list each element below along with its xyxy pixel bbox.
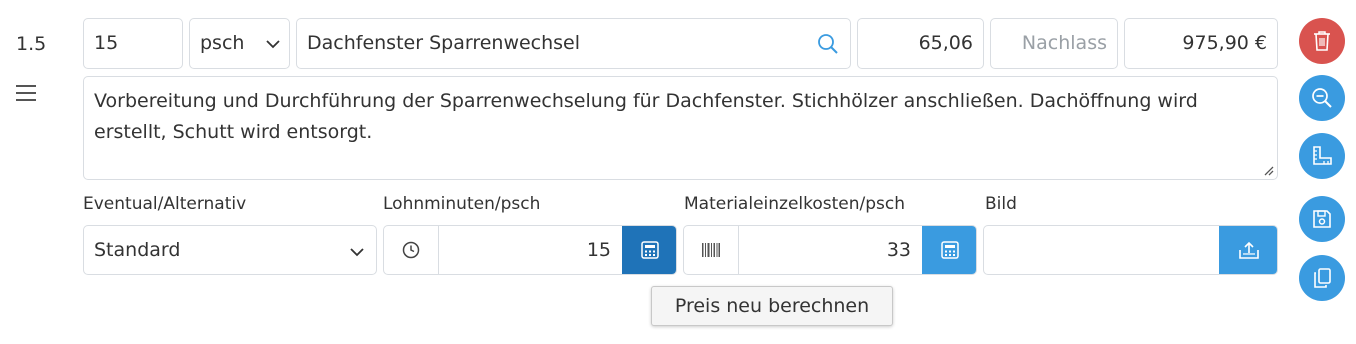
copy-button[interactable]: [1299, 255, 1345, 301]
recalculate-tooltip: Preis neu berechnen: [651, 286, 893, 326]
material-calculator-button[interactable]: [922, 226, 976, 274]
unit-price-input[interactable]: 65,06: [857, 18, 984, 69]
material-value[interactable]: 33: [887, 239, 911, 261]
position-number: 1.5: [16, 33, 47, 55]
resize-handle-icon[interactable]: [1262, 164, 1274, 176]
save-button[interactable]: [1299, 196, 1345, 242]
calculator-icon: [641, 241, 659, 259]
drag-handle-icon[interactable]: [16, 84, 38, 102]
chevron-down-icon: [350, 247, 364, 257]
item-title: Dachfenster Sparrenwechsel: [307, 32, 581, 54]
quantity-input[interactable]: 15: [83, 18, 183, 69]
total-input[interactable]: 975,90 €: [1124, 18, 1278, 69]
search-icon[interactable]: [817, 33, 839, 55]
zoom-out-button[interactable]: [1299, 75, 1345, 121]
material-label: Materialeinzelkosten/psch: [684, 194, 906, 214]
title-search-input[interactable]: Dachfenster Sparrenwechsel: [296, 18, 851, 69]
unit-value: psch: [200, 32, 245, 54]
save-icon: [1313, 210, 1331, 228]
eventual-label: Eventual/Alternativ: [83, 194, 247, 214]
quantity-value: 15: [94, 32, 119, 54]
labor-input-group: 15: [383, 225, 677, 275]
barcode-icon: [684, 226, 739, 274]
labor-value[interactable]: 15: [587, 239, 611, 261]
ruler-icon: [1313, 146, 1332, 165]
calculator-icon: [941, 241, 959, 259]
measure-button[interactable]: [1299, 133, 1345, 179]
copy-icon: [1314, 268, 1331, 288]
description-textarea[interactable]: Vorbereitung und Durchführung der Sparre…: [83, 76, 1278, 180]
eventual-value: Standard: [94, 239, 181, 261]
chevron-down-icon: [266, 39, 280, 49]
tooltip-text: Preis neu berechnen: [674, 295, 870, 317]
material-input-group: 33: [683, 225, 977, 275]
image-label: Bild: [985, 194, 1017, 214]
zoom-out-icon: [1312, 88, 1332, 108]
unit-price-value: 65,06: [918, 32, 973, 54]
total-value: 975,90 €: [1182, 32, 1267, 54]
clock-icon: [384, 226, 439, 274]
image-upload-group[interactable]: [983, 225, 1278, 275]
delete-button[interactable]: [1299, 18, 1345, 64]
labor-label: Lohnminuten/psch: [383, 194, 541, 214]
trash-icon: [1314, 31, 1330, 51]
upload-button[interactable]: [1219, 226, 1277, 274]
eventual-select[interactable]: Standard: [83, 225, 377, 275]
unit-select[interactable]: psch: [189, 18, 290, 69]
upload-icon: [1239, 241, 1259, 259]
labor-calculator-button[interactable]: [622, 226, 676, 274]
discount-placeholder: Nachlass: [1021, 32, 1107, 54]
discount-input[interactable]: Nachlass: [990, 18, 1118, 69]
description-text: Vorbereitung und Durchführung der Sparre…: [94, 90, 1198, 143]
